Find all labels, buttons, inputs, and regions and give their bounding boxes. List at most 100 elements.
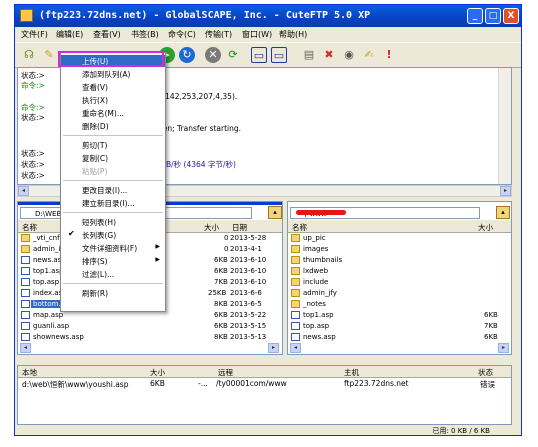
file-row[interactable]: top.asp 7KB — [288, 321, 511, 332]
menu-item-file-details[interactable]: 文件详细资料(F) ▶ — [61, 242, 165, 254]
menu-separator — [63, 212, 163, 213]
minimize-button[interactable]: _ — [467, 8, 483, 24]
menu-file[interactable]: 文件(F) — [21, 29, 48, 40]
queue-header: 本地 大小 远程 主机 状态 — [18, 366, 511, 378]
remote-path-bar: / www ▴ — [288, 202, 511, 221]
menu-item-cut[interactable]: 剪切(T) — [61, 139, 165, 151]
menu-item-view[interactable]: 查看(V) — [61, 81, 165, 93]
log-line: 状态:> — [21, 149, 45, 158]
file-row[interactable]: _notes — [288, 299, 511, 310]
q-col-status[interactable]: 状态 — [478, 367, 493, 378]
col-name[interactable]: 名称 — [22, 222, 37, 233]
file-row[interactable]: lxdweb — [288, 266, 511, 277]
log-line: 状态:> — [21, 113, 45, 122]
connect-icon[interactable]: ☊ — [21, 47, 37, 63]
menu-item-add-to-queue[interactable]: 添加到队列(A) — [61, 68, 165, 80]
menu-item-change-dir[interactable]: 更改目录(I)... — [61, 184, 165, 196]
log-line: pen; Transfer starting. — [158, 124, 242, 133]
close-button[interactable]: X — [503, 8, 519, 24]
folder-icon — [291, 267, 300, 275]
menu-transfer[interactable]: 传输(T) — [205, 29, 232, 40]
file-row[interactable]: guanli.asp 6KB 2013-5-15 — [18, 321, 282, 332]
file-icon — [21, 333, 30, 341]
log-line: 命令:> — [21, 81, 45, 90]
scroll-right-arrow[interactable]: ▸ — [268, 343, 279, 353]
menu-item-execute[interactable]: 执行(X) — [61, 94, 165, 106]
log-line: B/秒 (4364 字节/秒) — [166, 160, 236, 169]
folder-icon — [291, 234, 300, 242]
col-size[interactable]: 大小 — [478, 222, 493, 233]
wizard-icon[interactable]: ✎ — [41, 47, 57, 63]
menu-item-sort[interactable]: 排序(S) ▶ — [61, 255, 165, 267]
file-row[interactable]: up_pic — [288, 233, 511, 244]
remote-up-folder-icon[interactable]: ▴ — [496, 206, 510, 219]
file-icon — [21, 267, 30, 275]
folder-icon — [291, 278, 300, 286]
menu-item-refresh[interactable]: 刷新(R) — [61, 287, 165, 299]
menu-item-short-list[interactable]: 短列表(H) — [61, 216, 165, 228]
status-text: 已用: 0 KB / 6 KB — [432, 427, 490, 435]
file-row[interactable]: top1.asp 6KB — [288, 310, 511, 321]
menu-item-new-dir[interactable]: 建立新目录(I)... — [61, 197, 165, 209]
folder-icon — [291, 300, 300, 308]
view-icon[interactable]: ◉ — [341, 47, 357, 63]
col-size[interactable]: 大小 — [204, 222, 219, 233]
log-line: 状态:> — [21, 171, 45, 180]
file-row[interactable]: include — [288, 277, 511, 288]
edit-icon[interactable]: ✍ — [361, 47, 377, 63]
menu-view[interactable]: 查看(V) — [93, 29, 121, 40]
remote-column-header: 名称 大小 — [288, 220, 511, 233]
menu-window[interactable]: 窗口(W) — [242, 29, 272, 40]
file-row[interactable]: thumbnails — [288, 255, 511, 266]
menu-item-filter[interactable]: 过滤(L)... — [61, 268, 165, 280]
menu-edit[interactable]: 编辑(E) — [56, 29, 83, 40]
menu-item-rename[interactable]: 重命名(M)... — [61, 107, 165, 119]
col-date[interactable]: 日期 — [232, 222, 247, 233]
menu-commands[interactable]: 命令(C) — [168, 29, 196, 40]
q-col-host[interactable]: 主机 — [344, 367, 359, 378]
file-row[interactable]: shownews.asp 8KB 2013-5-13 — [18, 332, 282, 343]
alert-icon[interactable]: ! — [381, 47, 397, 63]
local-pane-icon[interactable]: ▭ — [251, 47, 267, 63]
cancel-icon[interactable]: ✕ — [205, 47, 221, 63]
menu-item-delete[interactable]: 删除(D) — [61, 120, 165, 132]
maximize-button[interactable]: □ — [485, 8, 501, 24]
scroll-left-arrow[interactable]: ◂ — [18, 186, 29, 196]
scroll-left-arrow[interactable]: ◂ — [290, 343, 301, 353]
log-line: 状态:> — [21, 160, 45, 169]
folder-icon — [291, 289, 300, 297]
file-row[interactable]: news.asp 6KB — [288, 332, 511, 343]
log-scrollbar[interactable] — [498, 68, 511, 184]
menu-item-copy[interactable]: 复制(C) — [61, 152, 165, 164]
file-row[interactable]: admin_jfy — [288, 288, 511, 299]
transfer-queue: 本地 大小 远程 主机 状态 d:\web\恒新\www\youshi.asp … — [17, 365, 512, 425]
menu-separator — [63, 283, 163, 284]
context-menu: 上传(U) 添加到队列(A) 查看(V) 执行(X) 重命名(M)... 删除(… — [60, 52, 166, 312]
menu-item-paste: 粘贴(P) — [82, 167, 108, 176]
local-up-folder-icon[interactable]: ▴ — [268, 206, 282, 219]
folder-icon — [21, 234, 30, 242]
delete-icon[interactable]: ✖ — [321, 47, 337, 63]
reconnect-icon[interactable]: ↻ — [179, 47, 195, 63]
highlight-box — [58, 51, 164, 67]
col-name[interactable]: 名称 — [292, 222, 307, 233]
q-col-size[interactable]: 大小 — [150, 367, 165, 378]
menu-help[interactable]: 帮助(H) — [279, 29, 307, 40]
q-col-local[interactable]: 本地 — [22, 367, 37, 378]
redaction-mark — [296, 210, 346, 215]
q-col-remote[interactable]: 远程 — [218, 367, 233, 378]
scroll-right-arrow[interactable]: ▸ — [500, 186, 511, 196]
remote-pane-icon[interactable]: ▭ — [271, 47, 287, 63]
menu-bookmarks[interactable]: 书签(B) — [131, 29, 159, 40]
scroll-left-arrow[interactable]: ◂ — [20, 343, 31, 353]
file-icon — [21, 311, 30, 319]
file-icon — [291, 311, 300, 319]
menu-item-long-list[interactable]: ✔ 长列表(G) — [61, 229, 165, 241]
app-icon — [20, 9, 33, 22]
refresh-icon[interactable]: ⟳ — [225, 47, 241, 63]
submenu-arrow-icon: ▶ — [155, 243, 160, 250]
file-icon — [291, 333, 300, 341]
page-icon[interactable]: ▤ — [301, 47, 317, 63]
scroll-right-arrow[interactable]: ▸ — [498, 343, 509, 353]
file-row[interactable]: images — [288, 244, 511, 255]
